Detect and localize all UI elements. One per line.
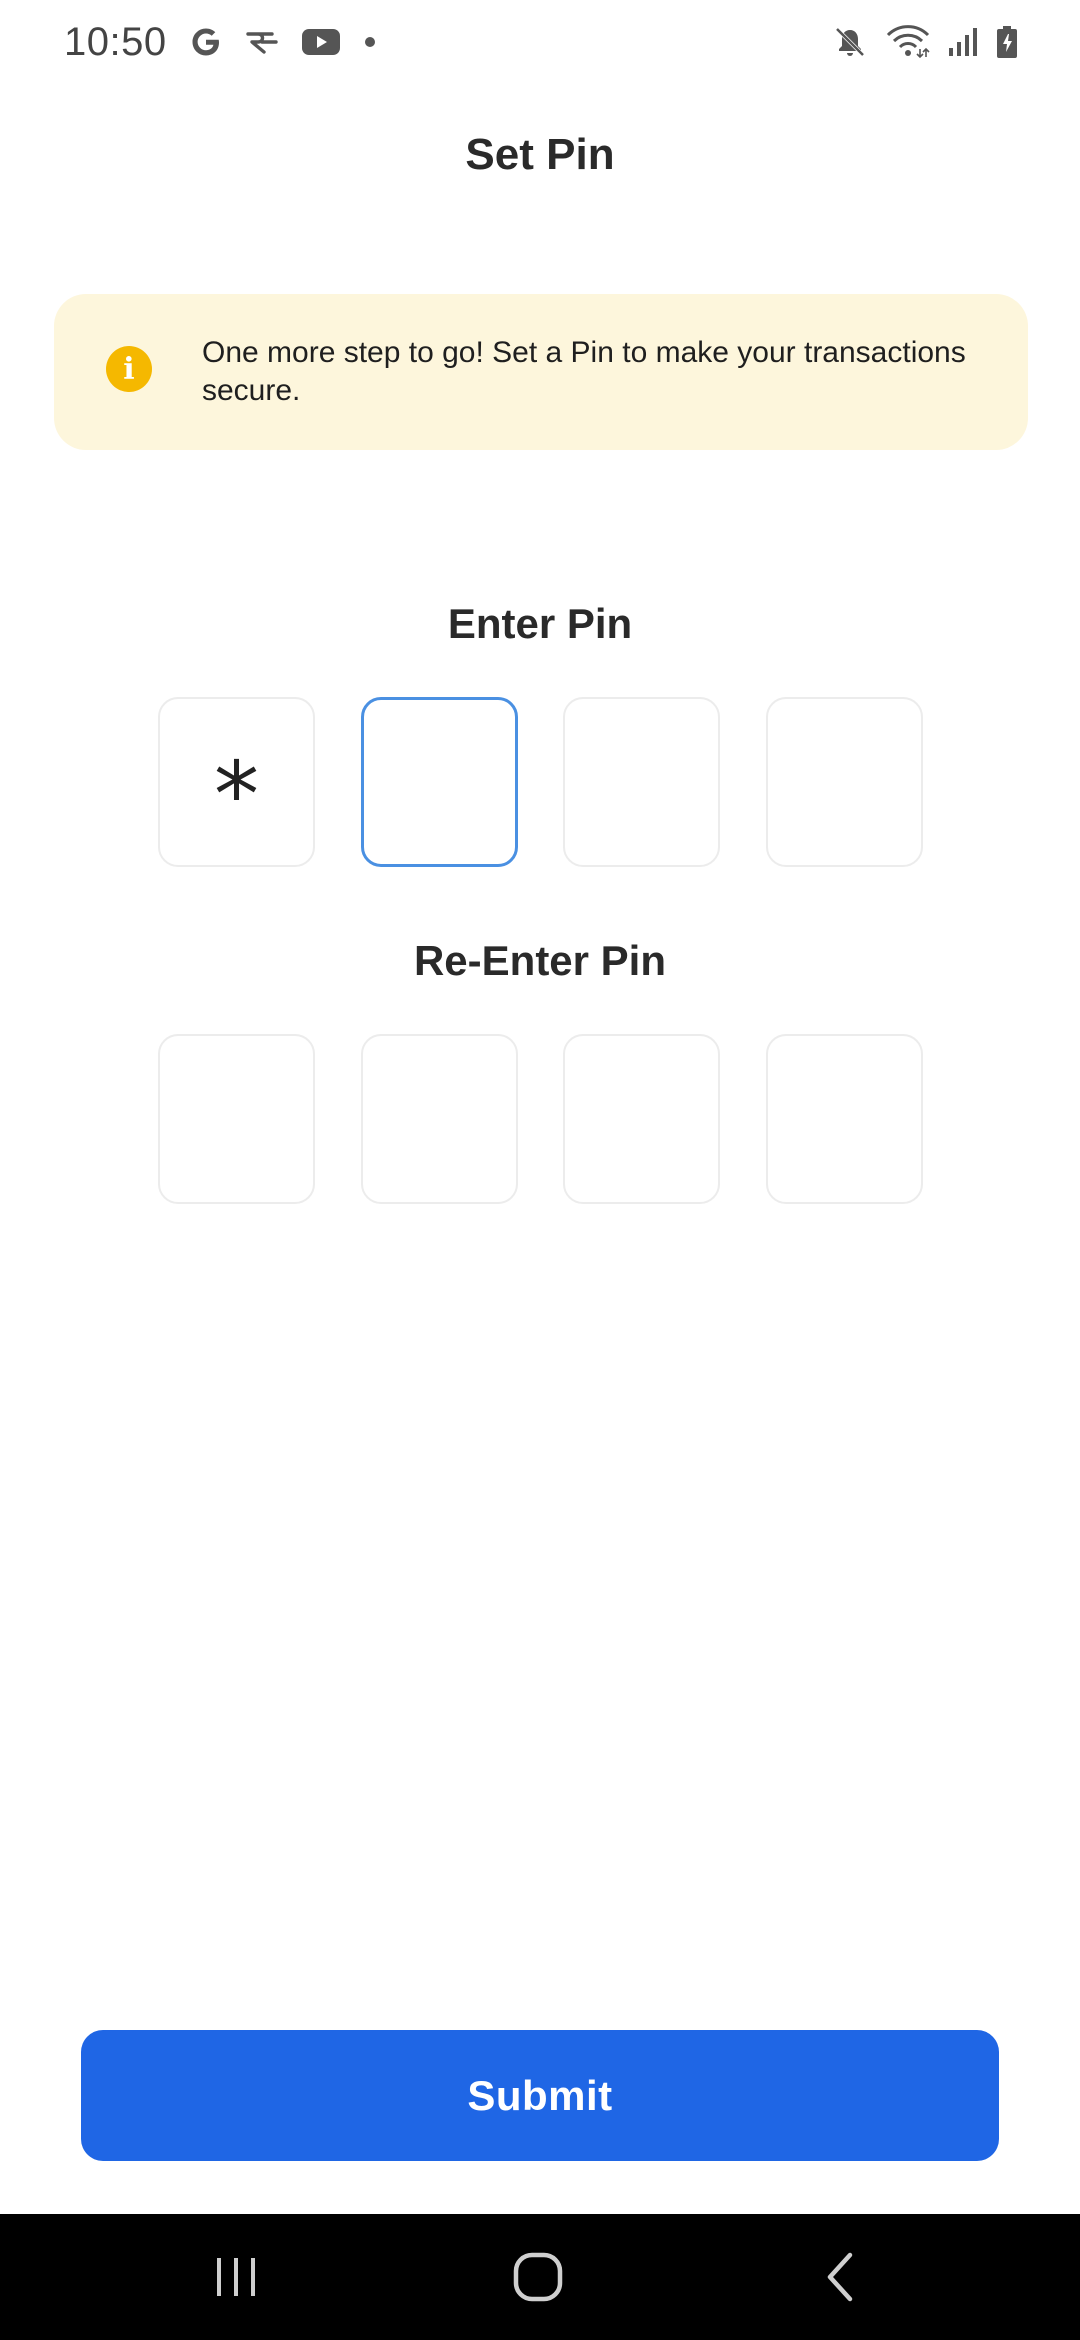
reenter-pin-box-1[interactable]	[158, 1034, 315, 1204]
reenter-pin-box-3[interactable]	[563, 1034, 720, 1204]
reenter-pin-row	[158, 1034, 924, 1204]
recents-icon[interactable]	[156, 2214, 316, 2340]
mute-icon	[832, 24, 868, 60]
reenter-pin-label: Re-Enter Pin	[413, 937, 667, 984]
reenter-pin-box-2[interactable]	[361, 1034, 518, 1204]
home-icon[interactable]	[458, 2214, 618, 2340]
info-icon: i	[106, 346, 152, 392]
info-banner: i One more step to go! Set a Pin to make…	[54, 294, 1028, 450]
battery-icon	[996, 25, 1018, 59]
status-time: 10:50	[64, 19, 167, 64]
back-icon[interactable]	[760, 2214, 920, 2340]
info-banner-text: One more step to go! Set a Pin to make y…	[202, 336, 966, 407]
system-nav-bar	[0, 2214, 1080, 2340]
enter-pin-box-1[interactable]: *	[158, 697, 315, 867]
youtube-icon	[301, 27, 341, 57]
status-bar: 10:50	[0, 0, 1080, 84]
enter-pin-row: *	[158, 697, 924, 867]
google-icon	[189, 25, 223, 59]
signal-icon	[948, 26, 978, 58]
enter-pin-box-3[interactable]	[563, 697, 720, 867]
set-pin-screen: 10:50 Set Pin i One more step to go! Set…	[0, 0, 1080, 2340]
enter-pin-label: Enter Pin	[447, 600, 633, 647]
enter-pin-box-2[interactable]	[361, 697, 518, 867]
wifi-icon	[886, 25, 930, 59]
rapido-icon	[245, 27, 279, 57]
reenter-pin-box-4[interactable]	[766, 1034, 923, 1204]
dot-icon	[363, 35, 377, 49]
enter-pin-box-4[interactable]	[766, 697, 923, 867]
submit-button[interactable]: Submit	[81, 2030, 999, 2161]
page-title: Set Pin	[465, 130, 615, 179]
